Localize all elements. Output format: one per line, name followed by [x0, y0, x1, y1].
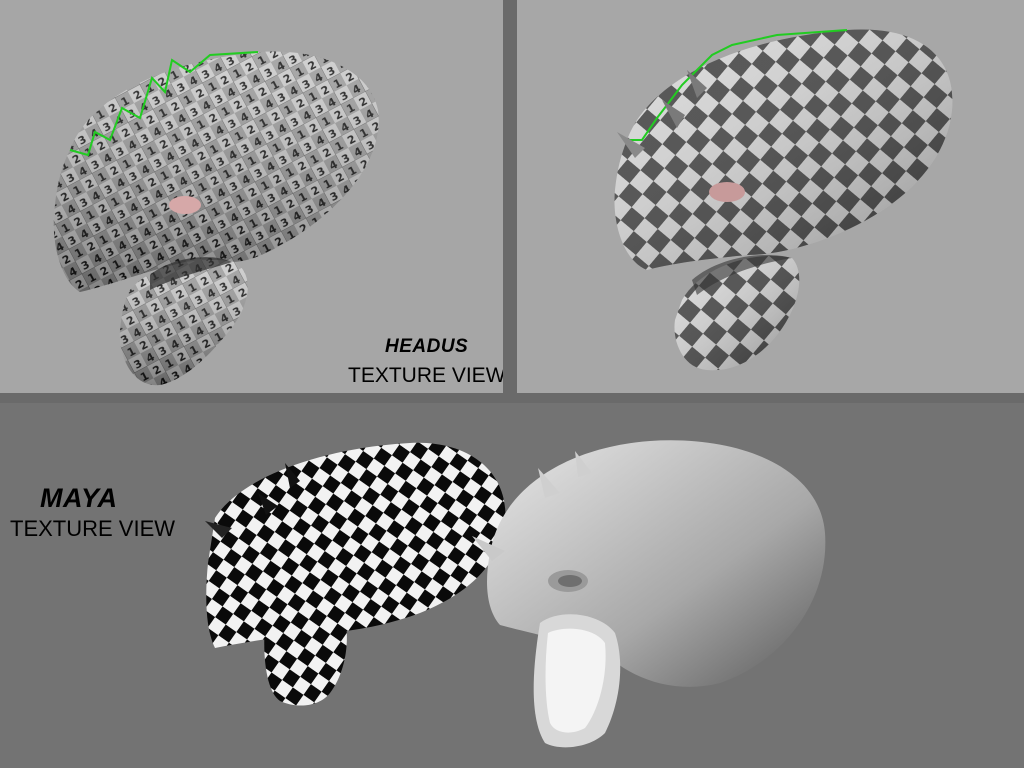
checker-viewport[interactable] [517, 0, 1024, 393]
checkered-creature-model[interactable] [205, 442, 506, 706]
maya-viewport[interactable]: MAYA TEXTURE VIEW [0, 403, 1024, 768]
creature-head-model-numbered[interactable]: 1 2 3 4 [0, 0, 503, 393]
headus-title: HEADUS [385, 336, 469, 357]
headus-subtitle: TEXTURE VIEW [348, 364, 503, 387]
eye-socket [709, 182, 745, 202]
maya-models[interactable] [0, 403, 1024, 768]
grey-shaded-creature-model[interactable] [472, 440, 826, 748]
creature-head-model-checker[interactable] [517, 0, 1024, 393]
eye-socket [169, 196, 201, 214]
viewport-divider-horizontal[interactable] [0, 393, 1024, 403]
headus-viewport[interactable]: 1 2 3 4 HEADUS TEXTURE VIEW [0, 0, 503, 393]
maya-title: MAYA [40, 483, 118, 513]
maya-subtitle: TEXTURE VIEW [10, 516, 176, 541]
viewport-divider-vertical[interactable] [503, 0, 517, 403]
